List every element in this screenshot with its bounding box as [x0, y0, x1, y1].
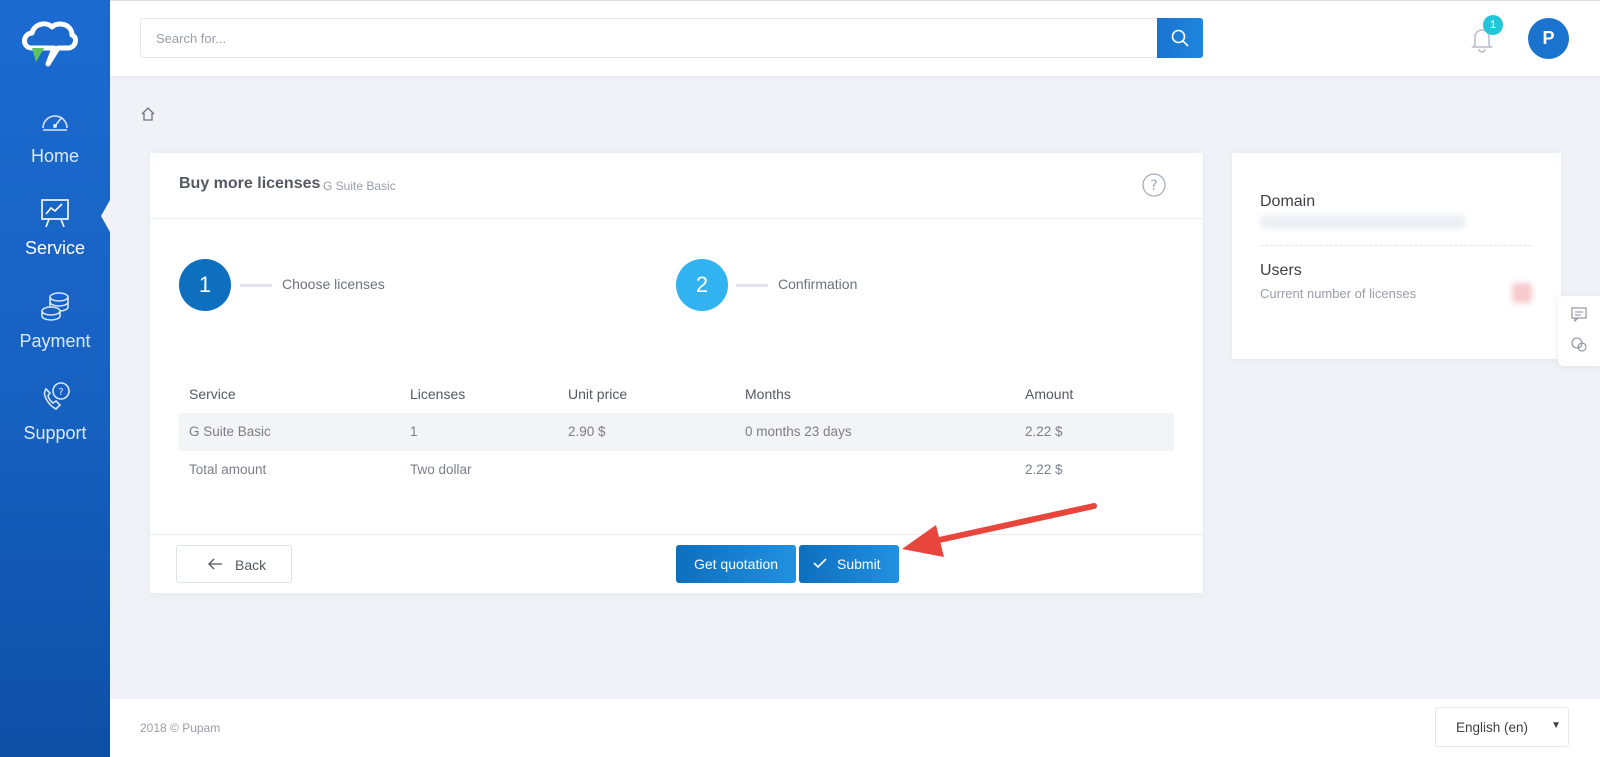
table-cell: 2.90 $	[568, 424, 606, 439]
help-circle-icon[interactable]: ?	[1142, 173, 1166, 197]
notification-badge: 1	[1483, 15, 1503, 35]
coins-icon	[41, 292, 69, 321]
search-bar	[140, 18, 1203, 58]
domain-title: Domain	[1260, 193, 1316, 210]
support-chat-icon[interactable]	[1571, 336, 1587, 352]
sidebar-item-label: Support	[23, 423, 87, 443]
presentation-chart-icon	[41, 199, 69, 228]
phone-help-icon: ?	[43, 382, 70, 410]
column-header: Unit price	[568, 386, 628, 402]
caret-down-icon: ▼	[1551, 720, 1561, 731]
submit-button[interactable]: Submit	[799, 545, 899, 583]
back-button-label: Back	[235, 557, 267, 573]
column-header: Licenses	[410, 386, 466, 402]
step-1-connector	[240, 284, 272, 287]
language-select[interactable]: English (en) ▼	[1435, 707, 1569, 747]
copyright-text: 2018 © Pupam	[140, 721, 221, 735]
column-header: Months	[745, 386, 791, 402]
sidebar-item-payment[interactable]: Payment	[0, 289, 110, 352]
active-indicator	[101, 200, 110, 232]
redacted-license-count	[1512, 283, 1532, 303]
step-2-connector	[736, 284, 768, 287]
table-row: G Suite Basic 1 2.90 $ 0 months 23 days …	[179, 413, 1174, 451]
total-row: Total amount Two dollar 2.22 $	[179, 451, 1174, 489]
divider	[1260, 245, 1532, 246]
step-1-label: Choose licenses	[282, 276, 385, 292]
service-summary-card: Domain Users Current number of licenses	[1232, 153, 1561, 359]
sidebar-item-support[interactable]: ? Support	[0, 381, 110, 444]
arrow-left-icon	[208, 558, 222, 570]
sidebar-item-label: Home	[30, 146, 79, 166]
column-header: Amount	[1025, 386, 1074, 402]
step-2-label: Confirmation	[778, 276, 858, 292]
redacted-domain	[1260, 215, 1466, 229]
total-label: Total amount	[189, 462, 267, 477]
annotation-arrow-icon	[902, 503, 1097, 557]
table-header-row: Service Licenses Unit price Months Amoun…	[179, 375, 1174, 413]
sidebar-item-service[interactable]: Service	[0, 196, 110, 259]
search-input[interactable]	[140, 18, 1157, 58]
total-in-words: Two dollar	[410, 462, 472, 477]
footer: 2018 © Pupam English (en) ▼	[110, 699, 1600, 757]
step-1-circle: 1	[179, 259, 231, 311]
sidebar: Home Service Payment ? Support	[0, 0, 110, 757]
chat-icon[interactable]	[1571, 306, 1587, 322]
column-header: Service	[189, 386, 236, 402]
table-cell: G Suite Basic	[189, 424, 271, 439]
step-2-circle: 2	[676, 259, 728, 311]
floating-toolbar	[1558, 296, 1600, 366]
check-icon	[813, 558, 827, 569]
table-cell: 0 months 23 days	[745, 424, 852, 439]
card-title: Buy more licenses	[179, 175, 321, 192]
home-icon[interactable]	[140, 106, 156, 122]
svg-text:?: ?	[1150, 178, 1157, 194]
speedometer-icon	[42, 115, 68, 131]
card-subtitle: G Suite Basic	[323, 179, 396, 193]
users-description: Current number of licenses	[1260, 286, 1417, 301]
svg-text:?: ?	[58, 387, 63, 398]
sidebar-item-label: Service	[24, 238, 86, 258]
language-value: English (en)	[1456, 720, 1529, 735]
avatar[interactable]: P	[1528, 18, 1569, 59]
submit-button-label: Submit	[837, 556, 881, 572]
total-amount: 2.22 $	[1025, 462, 1063, 477]
table-cell: 1	[410, 424, 418, 439]
topbar: 1 P	[110, 0, 1600, 76]
search-button[interactable]	[1157, 18, 1203, 58]
back-button[interactable]: Back	[176, 545, 292, 583]
order-table: Service Licenses Unit price Months Amoun…	[179, 375, 1174, 489]
search-icon	[1171, 29, 1189, 47]
sidebar-item-home[interactable]: Home	[0, 104, 110, 167]
get-quotation-button[interactable]: Get quotation	[676, 545, 796, 583]
table-cell: 2.22 $	[1025, 424, 1063, 439]
users-title: Users	[1260, 262, 1302, 279]
sidebar-item-label: Payment	[19, 331, 91, 351]
cloud-logo-icon[interactable]	[18, 18, 78, 68]
card-header: Buy more licenses G Suite Basic ?	[150, 153, 1203, 219]
